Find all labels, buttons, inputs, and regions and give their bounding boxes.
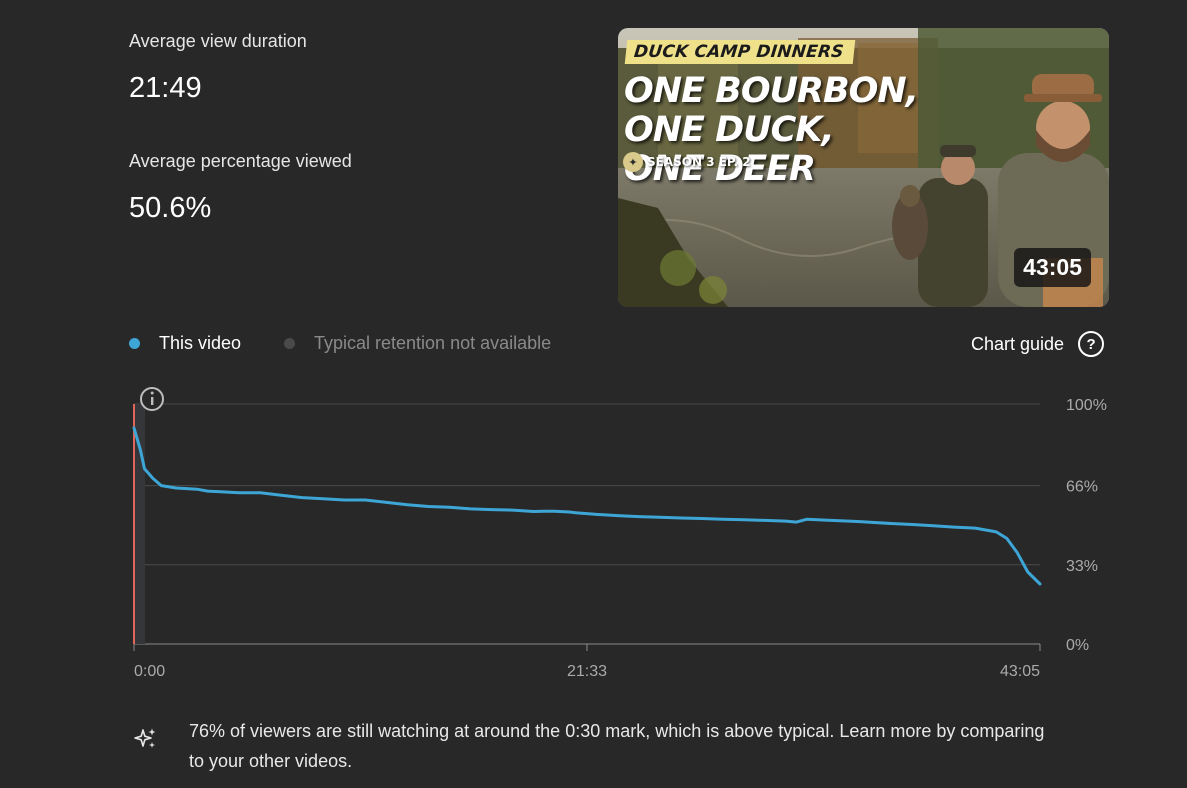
avg-view-duration-value: 21:49 [129,72,202,104]
x-tick-label: 0:00 [134,663,165,680]
retention-line[interactable] [132,426,1042,586]
insight-text: 76% of viewers are still watching at aro… [189,721,1045,771]
legend-typical: Typical retention not available [284,333,551,354]
avg-view-duration-label: Average view duration [129,31,307,51]
y-tick-label: 66% [1066,479,1098,496]
info-icon[interactable] [140,387,164,411]
legend-this-video[interactable]: This video [129,333,241,354]
legend-dot-icon [284,338,295,349]
chart-grid [133,403,1041,651]
chart-series [132,426,1042,586]
thumbnail-season-label: SEASON 3 EP. 2 [647,155,751,169]
y-tick-label: 33% [1066,558,1098,575]
legend-this-video-label: This video [159,333,242,353]
x-tick-label: 43:05 [1000,663,1040,680]
thumbnail-series-label: DUCK CAMP DINNERS [624,40,855,64]
duration-badge: 43:05 [1014,248,1091,287]
sparkle-icon [134,728,156,748]
avg-percentage-label: Average percentage viewed [129,151,352,171]
duck-logo-icon: ✦ [623,152,643,172]
x-tick-label: 21:33 [567,663,607,680]
avg-percentage-value: 50.6% [129,192,212,224]
chart-axis-labels: 100% 66% 33% 0% 0:00 21:33 43:05 [134,397,1107,680]
y-tick-label: 100% [1066,397,1107,414]
y-tick-label: 0% [1066,637,1089,654]
video-thumbnail[interactable]: DUCK CAMP DINNERS ONE BOURBON, ONE DUCK,… [618,28,1109,307]
retention-chart: 100% 66% 33% 0% 0:00 21:33 43:05 [132,387,1107,680]
chart-guide-button[interactable]: Chart guide ? [971,331,1105,357]
legend-dot-icon [129,338,140,349]
legend-typical-label: Typical retention not available [314,333,552,353]
help-icon: ? [1078,331,1105,357]
thumbnail-season: ✦ SEASON 3 EP. 2 [623,152,751,172]
chart-guide-label: Chart guide [971,333,1065,354]
